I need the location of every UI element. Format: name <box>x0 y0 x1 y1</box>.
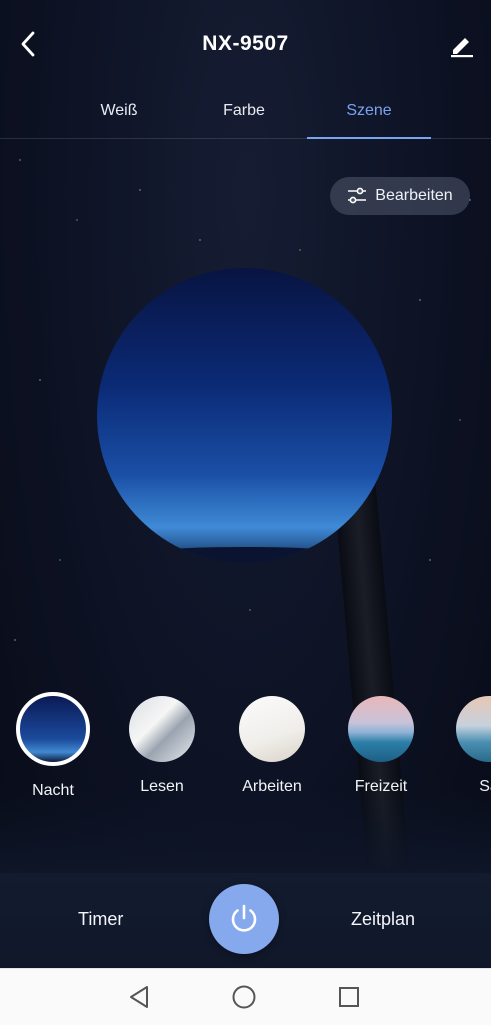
nav-back-button[interactable] <box>123 981 155 1013</box>
preset-thumbnail <box>129 696 195 762</box>
top-bar: NX-9507 <box>0 0 491 88</box>
preset-lesen[interactable]: Lesen <box>117 692 207 796</box>
timer-button[interactable]: Timer <box>78 909 123 930</box>
preset-label: Freizeit <box>354 778 408 795</box>
preset-thumbnail <box>16 692 90 766</box>
power-button[interactable] <box>209 884 279 954</box>
scene-preview-image <box>97 268 392 563</box>
mode-tabs: Weiß Farbe Szene <box>0 88 491 139</box>
edit-scene-button[interactable]: Bearbeiten <box>330 177 470 215</box>
triangle-back-icon <box>130 986 148 1008</box>
preset-label: Nacht <box>32 782 74 799</box>
sliders-icon <box>348 187 367 204</box>
preset-label: Arbeiten <box>242 778 302 795</box>
preset-thumbnail <box>239 696 305 762</box>
tab-weiss[interactable]: Weiß <box>57 88 181 138</box>
preset-label: Lesen <box>140 778 184 795</box>
scene-screen: NX-9507 Weiß Farbe Szene Bearbeiten Nach… <box>0 0 491 968</box>
tab-farbe[interactable]: Farbe <box>182 88 306 138</box>
preset-nacht[interactable]: Nacht <box>8 692 98 800</box>
schedule-button[interactable]: Zeitplan <box>351 909 415 930</box>
edit-name-button[interactable] <box>447 30 477 60</box>
edit-scene-label: Bearbeiten <box>375 187 453 204</box>
preset-thumbnail <box>348 696 414 762</box>
pencil-icon <box>451 38 473 58</box>
nav-home-button[interactable] <box>228 981 260 1013</box>
preset-sa[interactable]: Sa <box>444 692 491 796</box>
preset-label: Sa <box>479 778 491 795</box>
tab-szene[interactable]: Szene <box>307 88 431 139</box>
scene-preset-list: Nacht Lesen Arbeiten Freizeit Sa <box>0 692 491 812</box>
preset-thumbnail <box>456 696 491 762</box>
power-icon <box>231 904 257 932</box>
preset-arbeiten[interactable]: Arbeiten <box>227 692 317 796</box>
system-nav-bar <box>0 968 491 1025</box>
circle-home-icon <box>232 985 256 1009</box>
page-title: NX-9507 <box>202 32 289 55</box>
square-recents-icon <box>339 987 359 1007</box>
preset-freizeit[interactable]: Freizeit <box>336 692 426 796</box>
nav-recents-button[interactable] <box>333 981 365 1013</box>
